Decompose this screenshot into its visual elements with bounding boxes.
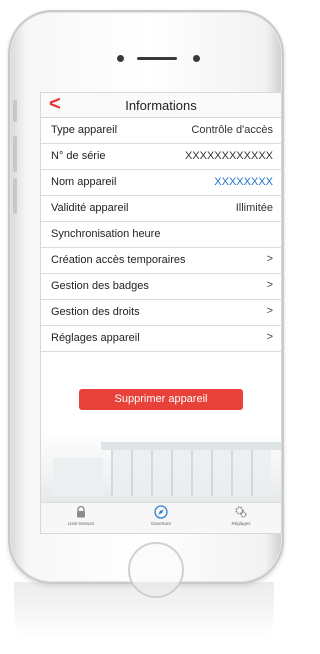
tab-label: Ouverture [150, 521, 171, 526]
app-screen: < Informations Type appareil Contrôle d'… [40, 92, 282, 534]
row-label: Création accès temporaires [51, 254, 186, 266]
proximity-sensor [193, 55, 200, 62]
info-list: Type appareil Contrôle d'accès N° de sér… [41, 118, 281, 352]
row-label: Type appareil [51, 124, 118, 136]
gear-icon [235, 506, 247, 518]
delete-device-button[interactable]: Supprimer appareil [79, 389, 243, 410]
row-reglages-appareil[interactable]: Réglages appareil > [41, 326, 281, 352]
tab-reglages[interactable]: Réglages [201, 505, 281, 526]
row-gestion-badges[interactable]: Gestion des badges > [41, 274, 281, 300]
row-label: Nom appareil [51, 176, 117, 188]
compass-icon [154, 505, 168, 519]
front-camera [117, 55, 124, 62]
row-nom-appareil[interactable]: Nom appareil XXXXXXXX [41, 170, 281, 196]
volume-down-button [13, 178, 17, 214]
chevron-right-icon: > [266, 253, 273, 265]
device-name-link[interactable]: XXXXXXXX [214, 176, 273, 188]
row-type-appareil: Type appareil Contrôle d'accès [41, 118, 281, 144]
row-label: Gestion des badges [51, 280, 149, 292]
row-value: Contrôle d'accès [191, 124, 273, 136]
row-label: Synchronisation heure [51, 228, 161, 240]
row-label: N° de série [51, 150, 106, 162]
page-title: Informations [125, 98, 197, 113]
row-label: Validité appareil [51, 202, 129, 214]
row-creation-acces-temporaires[interactable]: Création accès temporaires > [41, 248, 281, 274]
chevron-right-icon: > [266, 305, 273, 317]
row-synchronisation-heure[interactable]: Synchronisation heure [41, 222, 281, 248]
row-numero-serie: N° de série XXXXXXXXXXXX [41, 144, 281, 170]
row-gestion-droits[interactable]: Gestion des droits > [41, 300, 281, 326]
chevron-right-icon: > [266, 279, 273, 291]
earpiece-speaker [137, 57, 177, 60]
row-validite-appareil: Validité appareil Illimitée [41, 196, 281, 222]
tab-liste-lecteurs[interactable]: Liste lecteurs [41, 505, 121, 526]
tab-bar: Liste lecteurs Ouverture Réglages [41, 502, 281, 533]
phone-frame: < Informations Type appareil Contrôle d'… [8, 10, 284, 598]
row-value: XXXXXXXXXXXX [184, 150, 273, 162]
volume-up-button [13, 136, 17, 172]
mute-switch [13, 100, 17, 122]
lock-icon [77, 505, 85, 518]
chevron-right-icon: > [266, 331, 273, 343]
phone-reflection [14, 582, 274, 654]
row-label: Réglages appareil [51, 332, 140, 344]
tab-label: Réglages [231, 521, 251, 526]
navigation-bar: < Informations [41, 93, 281, 118]
row-label: Gestion des droits [51, 306, 140, 318]
tab-ouverture[interactable]: Ouverture [121, 505, 201, 526]
row-value: Illimitée [235, 202, 273, 214]
building-background-image [41, 428, 281, 503]
tab-label: Liste lecteurs [67, 521, 95, 526]
